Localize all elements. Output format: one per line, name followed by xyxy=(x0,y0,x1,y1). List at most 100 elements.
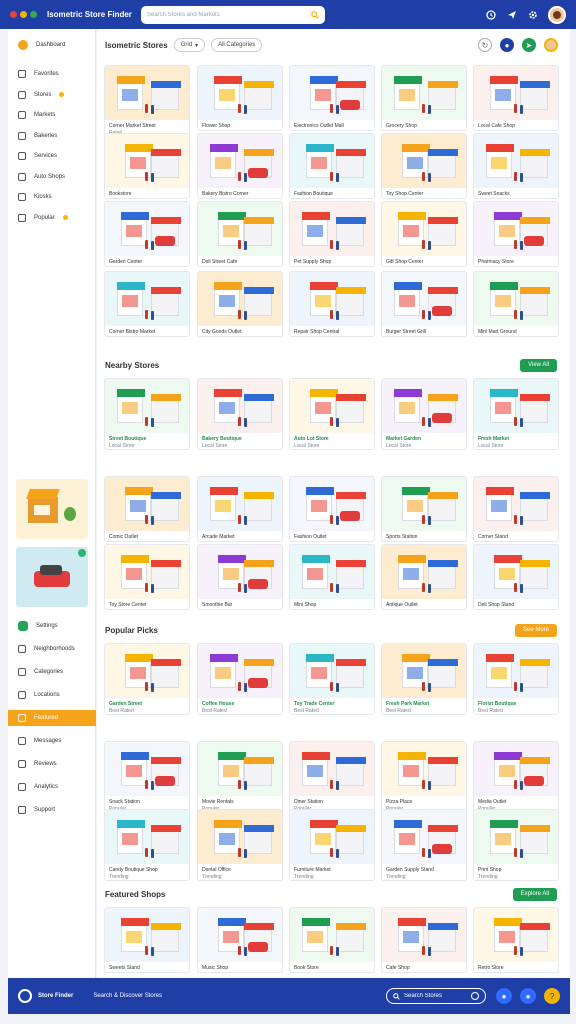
store-card[interactable]: Repair Shop Central xyxy=(289,271,375,337)
store-image[interactable] xyxy=(474,908,558,962)
store-image[interactable] xyxy=(290,810,374,864)
store-name[interactable]: Antique Outlet xyxy=(382,599,466,608)
store-card[interactable]: Corner Market StreetRetail xyxy=(104,65,190,137)
store-card[interactable]: Smoothie Bar xyxy=(197,544,283,610)
sidebar-item-neighborhoods[interactable]: Neighborhoods xyxy=(8,641,96,657)
store-name[interactable]: Arcade Market xyxy=(198,531,282,540)
store-card[interactable]: City Goods Outlet xyxy=(197,271,283,337)
store-card[interactable]: Mini Shop xyxy=(289,544,375,610)
location-icon[interactable]: ● xyxy=(500,38,514,52)
store-name[interactable]: Sweet Snacks xyxy=(474,188,558,197)
store-image[interactable] xyxy=(105,742,189,796)
store-card[interactable]: Fashion Outlet xyxy=(289,476,375,542)
store-image[interactable] xyxy=(105,202,189,256)
send-icon[interactable] xyxy=(506,9,518,21)
store-card[interactable]: Gift Shop Center xyxy=(381,201,467,267)
store-image[interactable] xyxy=(105,134,189,188)
store-card[interactable]: Flower Shop xyxy=(197,65,283,131)
store-name[interactable]: Candy Boutique Shop xyxy=(105,864,189,873)
store-name[interactable]: Cafe Shop xyxy=(382,962,466,971)
store-image[interactable] xyxy=(105,272,189,326)
store-card[interactable]: Street Boutique Local Store xyxy=(104,378,190,450)
store-name[interactable]: Gift Shop Center xyxy=(382,256,466,265)
profile-avatar[interactable] xyxy=(544,38,558,52)
store-card[interactable]: Comic Outlet xyxy=(104,476,190,542)
store-card[interactable]: Toy Shop Center xyxy=(381,133,467,199)
store-card[interactable]: Sweet Snacks xyxy=(473,133,559,199)
sidebar-item-popular[interactable]: Popular xyxy=(8,210,96,226)
sidebar-item-featured[interactable]: Featured xyxy=(8,710,96,726)
store-image[interactable] xyxy=(198,810,282,864)
store-image[interactable] xyxy=(105,477,189,531)
store-card[interactable]: Bakery Boutique Local Store xyxy=(197,378,283,450)
store-name[interactable]: Dental Office xyxy=(198,864,282,873)
store-image[interactable] xyxy=(474,742,558,796)
store-image[interactable] xyxy=(105,545,189,599)
store-card[interactable]: Toy Trade Center Best Rated xyxy=(289,643,375,715)
store-image[interactable] xyxy=(198,272,282,326)
store-card[interactable]: Cafe Shop xyxy=(381,907,467,973)
store-image[interactable] xyxy=(474,379,558,433)
sidebar-item-services[interactable]: Services xyxy=(8,148,96,164)
store-name[interactable]: Fresh Park Market xyxy=(382,698,466,707)
store-card[interactable]: Pizza PlacePopular xyxy=(381,741,467,813)
store-image[interactable] xyxy=(382,66,466,120)
maximize-dot[interactable] xyxy=(30,11,37,18)
store-name[interactable]: Pharmacy Store xyxy=(474,256,558,265)
store-name[interactable]: Garden Street xyxy=(105,698,189,707)
search-bar[interactable]: Search Stores and Markets xyxy=(141,5,325,24)
store-image[interactable] xyxy=(105,66,189,120)
store-name[interactable]: Sports Station xyxy=(382,531,466,540)
store-image[interactable] xyxy=(290,272,374,326)
gear-icon[interactable] xyxy=(527,9,539,21)
store-name[interactable]: Garden Center xyxy=(105,256,189,265)
store-name[interactable]: Movie Rentals xyxy=(198,796,282,805)
store-card[interactable]: Garden Center xyxy=(104,201,190,267)
store-name[interactable]: Street Boutique xyxy=(105,433,189,442)
store-card[interactable]: Corner Stand xyxy=(473,476,559,542)
store-image[interactable] xyxy=(290,742,374,796)
store-card[interactable]: Toy Store Center xyxy=(104,544,190,610)
promo-cafe-image[interactable] xyxy=(16,479,88,539)
store-name[interactable]: Bookstore xyxy=(105,188,189,197)
minimize-dot[interactable] xyxy=(20,11,27,18)
store-image[interactable] xyxy=(382,810,466,864)
grid-toggle[interactable]: Grid ▾ xyxy=(173,38,206,52)
store-image[interactable] xyxy=(382,272,466,326)
store-name[interactable]: Sweets Stand xyxy=(105,962,189,971)
store-name[interactable]: Toy Trade Center xyxy=(290,698,374,707)
store-name[interactable]: Pizza Place xyxy=(382,796,466,805)
store-card[interactable]: Garden Supply Stand Trending xyxy=(381,809,467,881)
bottom-search[interactable]: Search Stores xyxy=(386,988,486,1004)
store-image[interactable] xyxy=(382,742,466,796)
store-card[interactable]: Local Cafe Shop xyxy=(473,65,559,131)
store-image[interactable] xyxy=(474,272,558,326)
store-card[interactable]: Book Store xyxy=(289,907,375,973)
store-card[interactable]: Auto Lot Store Local Store xyxy=(289,378,375,450)
store-name[interactable]: Smoothie Bar xyxy=(198,599,282,608)
store-name[interactable]: Toy Store Center xyxy=(105,599,189,608)
store-card[interactable]: Dental Office Trending xyxy=(197,809,283,881)
store-card[interactable]: Garden Street Best Rated xyxy=(104,643,190,715)
refresh-icon[interactable]: ↻ xyxy=(478,38,492,52)
store-image[interactable] xyxy=(290,379,374,433)
store-card[interactable]: Sweets Stand xyxy=(104,907,190,973)
store-name[interactable]: Mini Mart Ground xyxy=(474,326,558,335)
store-card[interactable]: Media OutletPopular xyxy=(473,741,559,813)
store-image[interactable] xyxy=(290,644,374,698)
store-card[interactable]: Furniture Market Trending xyxy=(289,809,375,881)
store-name[interactable]: Burger Street Grill xyxy=(382,326,466,335)
store-image[interactable] xyxy=(382,134,466,188)
store-card[interactable]: Fashion Boutique xyxy=(289,133,375,199)
store-card[interactable]: Candy Boutique Shop Trending xyxy=(104,809,190,881)
store-image[interactable] xyxy=(105,379,189,433)
store-name[interactable]: Snack Station xyxy=(105,796,189,805)
store-name[interactable]: Bakery Boutique xyxy=(198,433,282,442)
store-name[interactable]: Garden Supply Stand xyxy=(382,864,466,873)
store-name[interactable]: Pet Supply Shop xyxy=(290,256,374,265)
store-image[interactable] xyxy=(382,477,466,531)
store-image[interactable] xyxy=(290,202,374,256)
store-card[interactable]: Mini Mart Ground xyxy=(473,271,559,337)
store-image[interactable] xyxy=(382,379,466,433)
store-name[interactable]: Repair Shop Central xyxy=(290,326,374,335)
